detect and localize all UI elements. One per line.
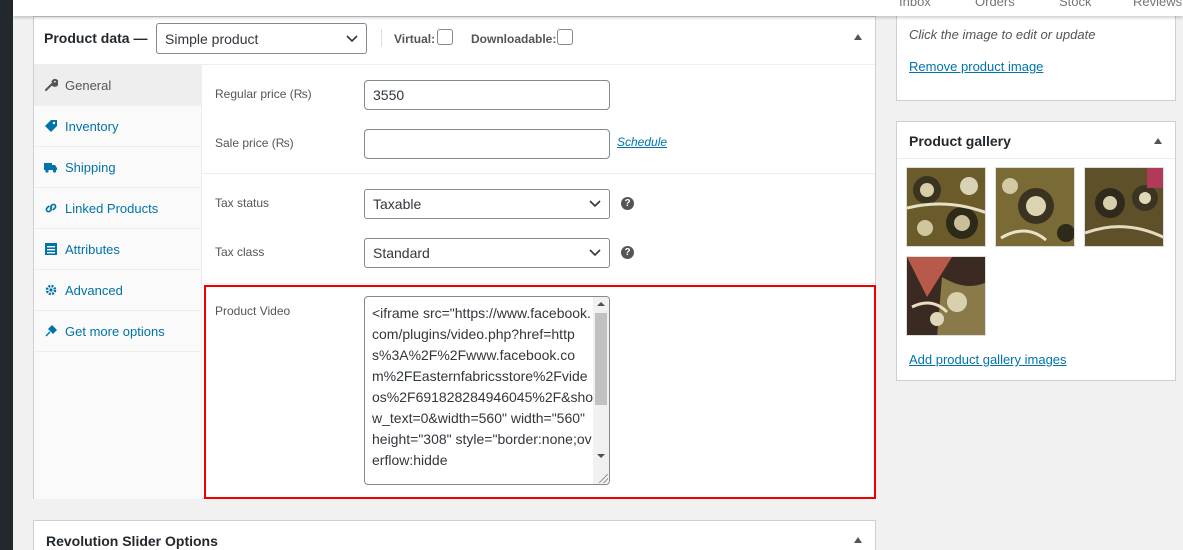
- tab-linked-products[interactable]: Linked Products: [34, 188, 201, 229]
- admin-sidebar-edge: [0, 0, 13, 550]
- tab-general-label: General: [65, 77, 112, 93]
- list-icon: [44, 242, 58, 256]
- product-gallery-box: Product gallery Add product gallery imag…: [896, 121, 1176, 381]
- product-gallery-title: Product gallery: [909, 133, 1011, 149]
- product-video-value: <iframe src="https://www.facebook.com/pl…: [372, 305, 594, 468]
- textarea-scrollbar[interactable]: [593, 297, 609, 484]
- tab-reviews[interactable]: Reviews: [1133, 0, 1182, 9]
- virtual-checkbox[interactable]: [437, 29, 453, 45]
- gallery-image[interactable]: [1084, 167, 1164, 247]
- help-icon[interactable]: ?: [621, 197, 634, 210]
- collapse-arrow-icon[interactable]: [854, 34, 862, 40]
- top-tab-strip: Inbox Orders Stock Reviews: [13, 0, 1183, 16]
- tag-icon: [44, 119, 58, 133]
- downloadable-label: Downloadable:: [471, 32, 557, 46]
- downloadable-checkbox[interactable]: [557, 29, 573, 45]
- virtual-label: Virtual:: [394, 32, 436, 46]
- tab-advanced-label: Advanced: [65, 282, 123, 298]
- plugin-icon: [44, 324, 58, 338]
- scroll-down-icon[interactable]: [597, 454, 605, 458]
- remove-product-image-link[interactable]: Remove product image: [909, 59, 1043, 74]
- chevron-down-icon: [589, 200, 601, 208]
- tab-shipping[interactable]: Shipping: [34, 147, 201, 188]
- tab-attributes[interactable]: Attributes: [34, 229, 201, 270]
- gear-icon: [44, 283, 58, 297]
- pricing-divider: [202, 173, 875, 174]
- regular-price-label: Regular price (₨): [215, 87, 312, 101]
- product-image-box: Click the image to edit or update Remove…: [896, 16, 1176, 101]
- gallery-image[interactable]: [906, 167, 986, 247]
- tax-class-value: Standard: [373, 245, 430, 261]
- product-data-title: Product data —: [44, 30, 148, 46]
- tab-get-more-options-label: Get more options: [65, 323, 165, 339]
- scroll-thumb[interactable]: [595, 313, 607, 405]
- tax-status-label: Tax status: [215, 196, 270, 210]
- collapse-arrow-icon[interactable]: [1154, 138, 1162, 144]
- help-icon[interactable]: ?: [621, 246, 634, 259]
- tab-inventory[interactable]: Inventory: [34, 106, 201, 147]
- wrench-icon: [44, 78, 59, 92]
- tab-general[interactable]: General: [34, 65, 201, 106]
- add-gallery-images-link[interactable]: Add product gallery images: [909, 352, 1067, 367]
- chevron-down-icon: [589, 249, 601, 257]
- tab-get-more-options[interactable]: Get more options: [34, 311, 201, 352]
- product-type-select[interactable]: Simple product: [156, 23, 367, 54]
- link-icon: [44, 201, 58, 215]
- regular-price-value: 3550: [373, 87, 405, 103]
- revolution-slider-title: Revolution Slider Options: [46, 533, 218, 549]
- tax-status-value: Taxable: [373, 196, 422, 212]
- header-separator: [381, 29, 382, 47]
- regular-price-input[interactable]: 3550: [364, 80, 610, 110]
- truck-icon: [44, 160, 58, 174]
- chevron-down-icon: [346, 34, 358, 42]
- product-gallery-header: Product gallery: [897, 122, 1175, 159]
- tax-divider: [202, 283, 875, 284]
- product-image-hint: Click the image to edit or update: [909, 27, 1096, 42]
- schedule-link[interactable]: Schedule: [617, 135, 667, 149]
- revolution-slider-box: Revolution Slider Options: [33, 520, 876, 550]
- product-video-label: Product Video: [215, 304, 291, 318]
- tab-shipping-label: Shipping: [65, 159, 116, 175]
- tab-attributes-label: Attributes: [65, 241, 120, 257]
- tab-linked-products-label: Linked Products: [65, 200, 159, 216]
- tab-inbox[interactable]: Inbox: [899, 0, 931, 9]
- tab-orders[interactable]: Orders: [975, 0, 1015, 9]
- scroll-up-icon[interactable]: [597, 302, 605, 306]
- tab-advanced[interactable]: Advanced: [34, 270, 201, 311]
- tax-class-select[interactable]: Standard: [364, 238, 610, 268]
- sale-price-input[interactable]: [364, 129, 610, 159]
- product-video-textarea[interactable]: <iframe src="https://www.facebook.com/pl…: [364, 296, 610, 485]
- tab-inventory-label: Inventory: [65, 118, 119, 134]
- product-data-header: Product data — Simple product Virtual: D…: [34, 17, 875, 65]
- tax-status-select[interactable]: Taxable: [364, 189, 610, 219]
- tax-class-label: Tax class: [215, 245, 265, 259]
- gallery-image[interactable]: [906, 256, 986, 336]
- tab-stock[interactable]: Stock: [1059, 0, 1092, 9]
- resize-handle-icon[interactable]: [599, 474, 608, 483]
- collapse-arrow-icon[interactable]: [854, 537, 862, 543]
- product-type-value: Simple product: [165, 30, 259, 47]
- product-data-tabs: General Inventory Shipping Linked Produc…: [34, 65, 202, 499]
- gallery-image[interactable]: [995, 167, 1075, 247]
- sale-price-label: Sale price (₨): [215, 136, 294, 150]
